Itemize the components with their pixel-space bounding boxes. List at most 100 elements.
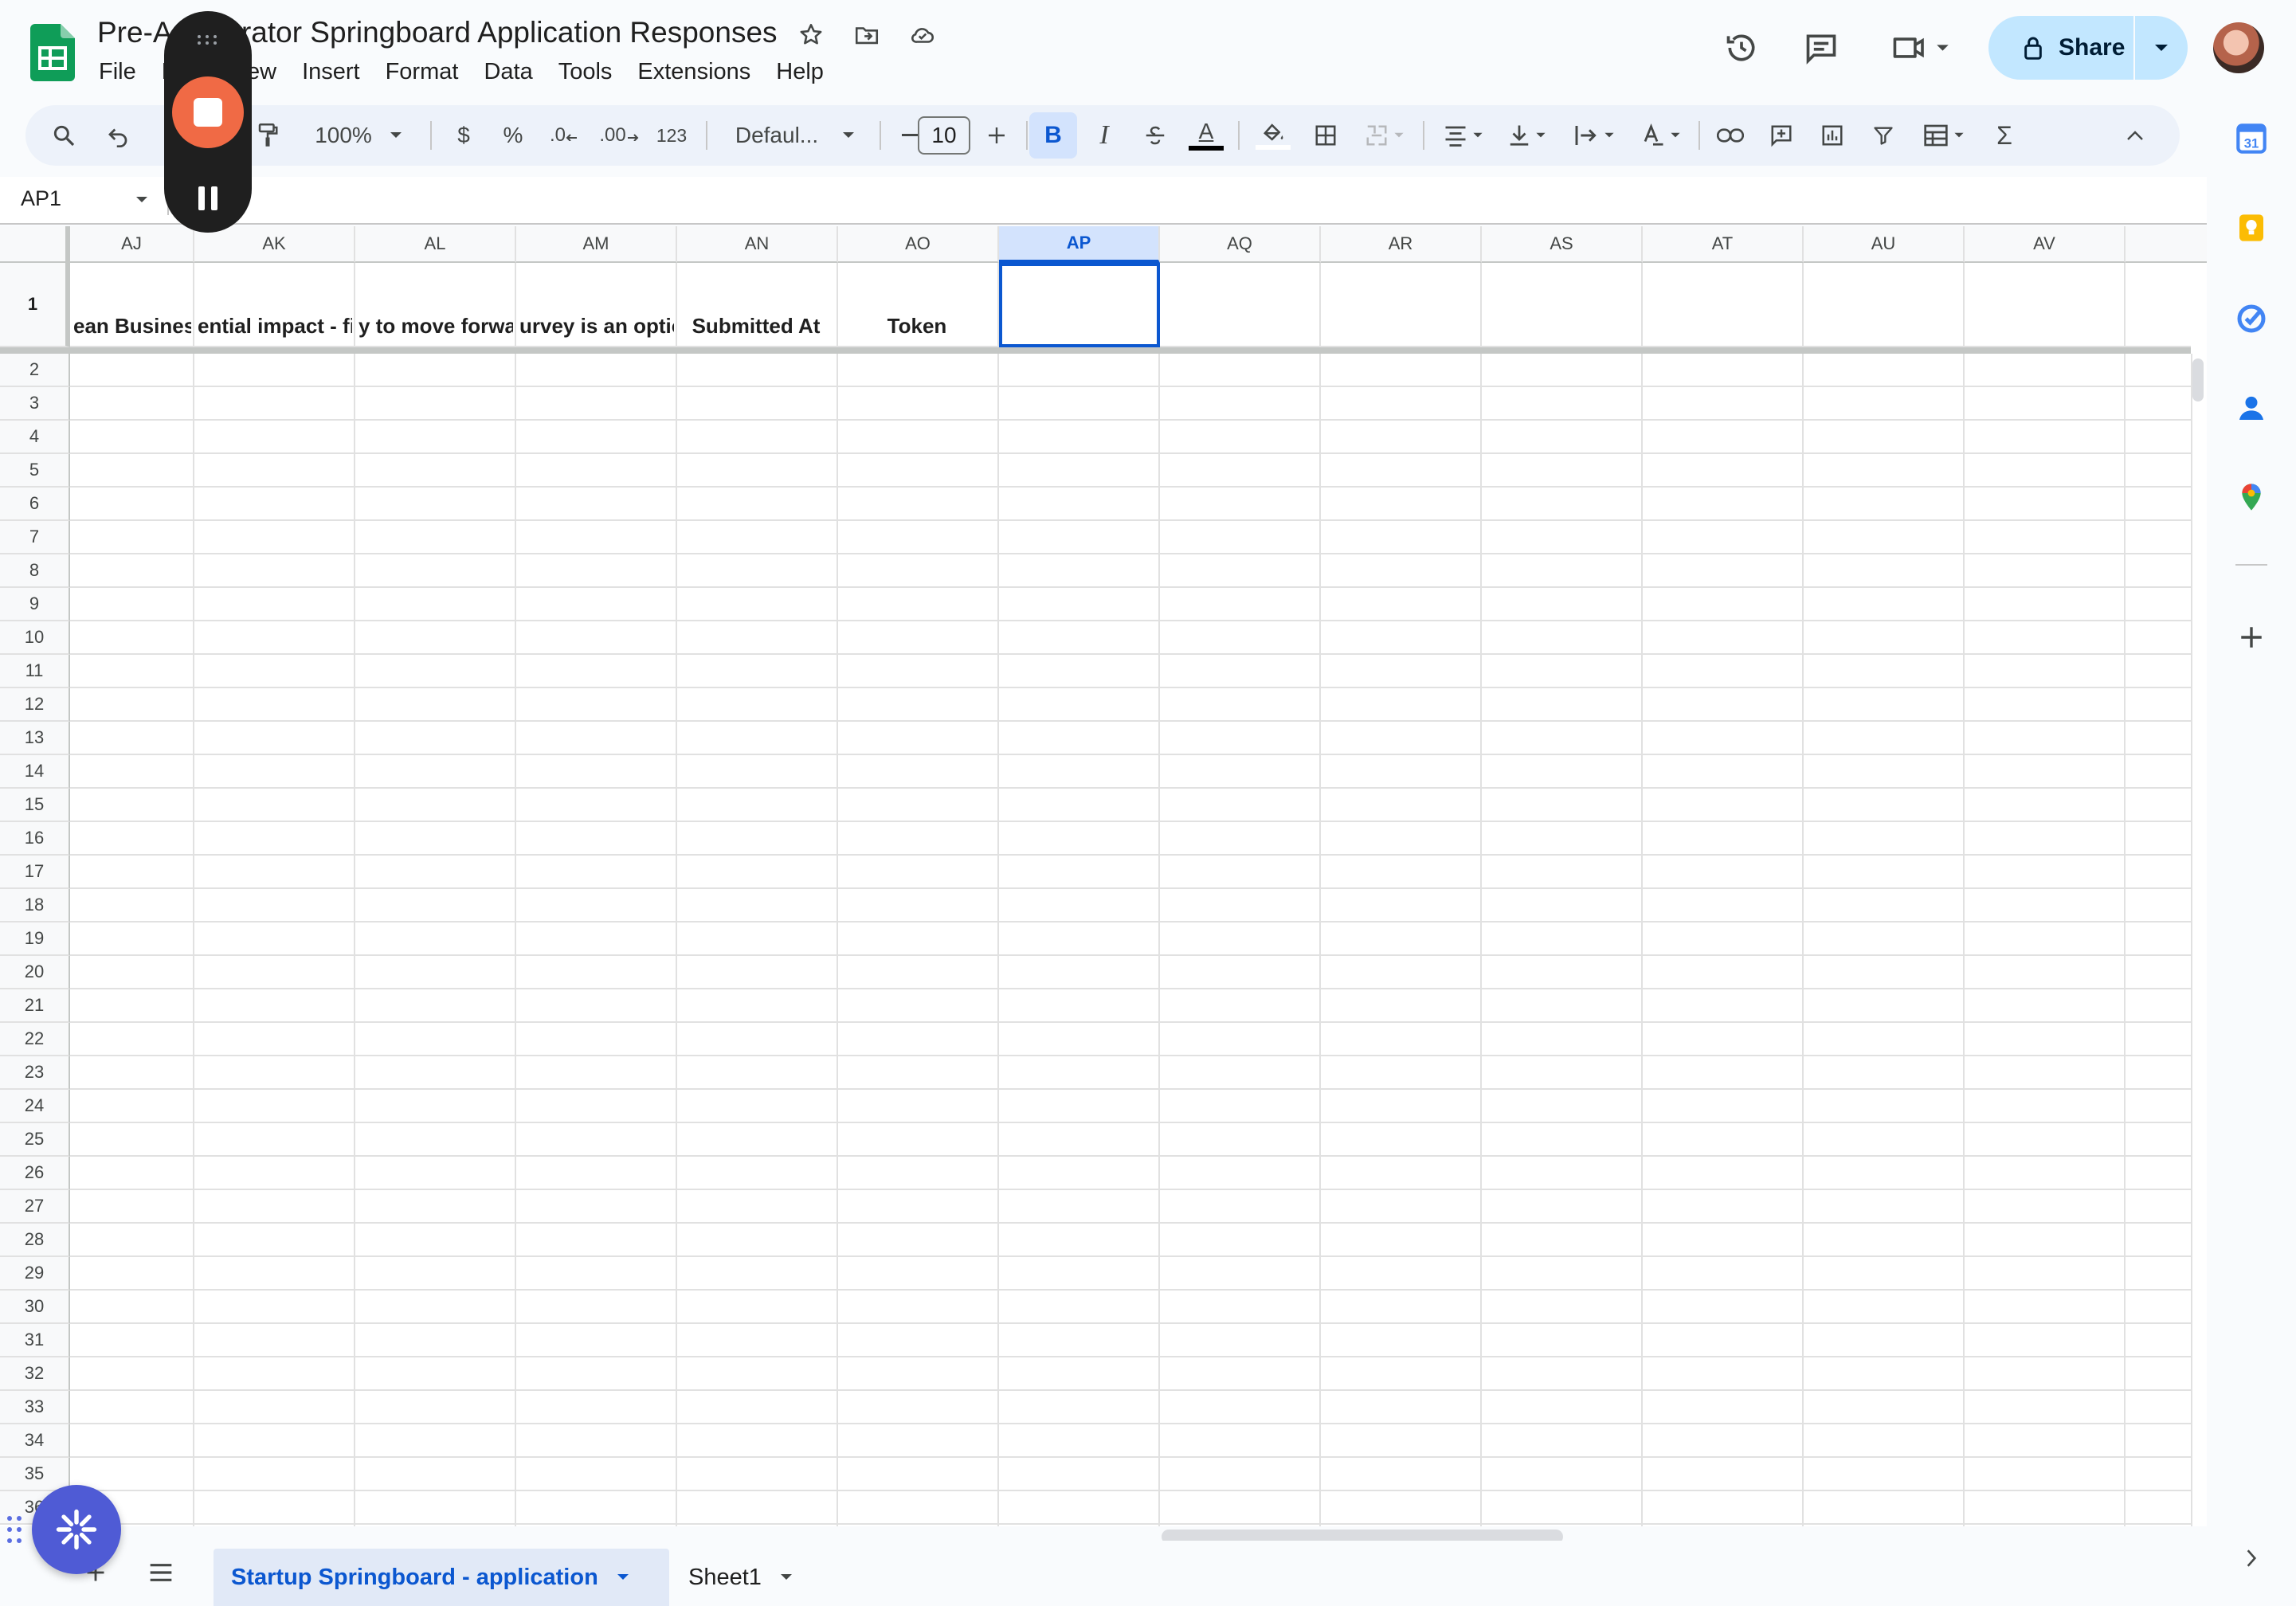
drag-handle-icon[interactable]: [5, 1514, 24, 1545]
row-header-13[interactable]: 13: [0, 722, 70, 755]
name-box[interactable]: AP1: [21, 186, 61, 211]
row-header-1[interactable]: 1: [0, 263, 70, 347]
column-header-al[interactable]: AL: [355, 226, 516, 263]
row-header-23[interactable]: 23: [0, 1056, 70, 1090]
cloud-saved-icon[interactable]: [905, 18, 940, 53]
horizontal-align-icon[interactable]: [1436, 105, 1491, 166]
hide-menus-icon[interactable]: [2113, 105, 2157, 166]
cell-al1[interactable]: y to move forwa: [355, 314, 513, 339]
row-header-14[interactable]: 14: [0, 755, 70, 789]
drag-handle-icon[interactable]: [194, 32, 220, 48]
column-header-aj[interactable]: AJ: [70, 226, 194, 263]
assistant-button[interactable]: [32, 1485, 121, 1574]
calendar-icon[interactable]: 31: [2231, 118, 2272, 159]
increase-font-size-button[interactable]: [977, 105, 1017, 166]
version-history-icon[interactable]: [1719, 25, 1764, 70]
column-header-at[interactable]: AT: [1643, 226, 1804, 263]
row-header-3[interactable]: 3: [0, 387, 70, 421]
row-header-4[interactable]: 4: [0, 421, 70, 454]
row-header-17[interactable]: 17: [0, 856, 70, 889]
column-header-am[interactable]: AM: [516, 226, 677, 263]
show-side-panel-icon[interactable]: [2231, 1537, 2272, 1579]
cell-ao1[interactable]: Token: [838, 314, 996, 339]
account-avatar[interactable]: [2213, 22, 2264, 73]
row-header-18[interactable]: 18: [0, 889, 70, 922]
row-header-32[interactable]: 32: [0, 1357, 70, 1391]
row-header-27[interactable]: 27: [0, 1190, 70, 1224]
column-header-ar[interactable]: AR: [1321, 226, 1482, 263]
contacts-icon[interactable]: [2231, 387, 2272, 429]
row-header-9[interactable]: 9: [0, 588, 70, 621]
spreadsheet-grid[interactable]: AJ AK AL AM AN AO AP AQ AR AS AT AU AV 1 2 3 4 5 6 7 8 9 10 11 1…: [0, 226, 2207, 1526]
vertical-align-icon[interactable]: [1499, 105, 1555, 166]
menu-extensions[interactable]: Extensions: [625, 56, 763, 88]
pause-icon[interactable]: [194, 186, 221, 210]
font-select[interactable]: Defaul...: [715, 105, 875, 166]
search-menus-icon[interactable]: [41, 105, 86, 166]
filter-icon[interactable]: [1861, 105, 1906, 166]
strikethrough-icon[interactable]: [1133, 105, 1177, 166]
row-header-7[interactable]: 7: [0, 521, 70, 554]
add-addon-icon[interactable]: [2231, 617, 2272, 658]
chevron-down-icon[interactable]: [779, 1573, 793, 1581]
increase-decimal-button[interactable]: .00: [594, 105, 644, 166]
meet-video-icon[interactable]: [1887, 25, 1958, 70]
cell-aj1[interactable]: ean Busines: [70, 314, 191, 339]
comments-icon[interactable]: [1799, 25, 1843, 70]
merge-cells-icon[interactable]: [1354, 105, 1415, 166]
column-header-av[interactable]: AV: [1965, 226, 2126, 263]
column-header-au[interactable]: AU: [1804, 226, 1965, 263]
sheets-logo-icon[interactable]: [30, 24, 75, 81]
row-header-29[interactable]: 29: [0, 1257, 70, 1291]
cell-ak1[interactable]: ential impact - fi: [194, 314, 352, 339]
row-header-25[interactable]: 25: [0, 1123, 70, 1157]
vertical-scrollbar[interactable]: [2192, 358, 2204, 402]
row-header-10[interactable]: 10: [0, 621, 70, 655]
row-header-20[interactable]: 20: [0, 956, 70, 989]
select-all-corner[interactable]: [0, 226, 70, 263]
row-header-19[interactable]: 19: [0, 922, 70, 956]
row-header-30[interactable]: 30: [0, 1291, 70, 1324]
text-wrapping-icon[interactable]: [1563, 105, 1625, 166]
maps-icon[interactable]: [2231, 476, 2272, 518]
row-header-5[interactable]: 5: [0, 454, 70, 488]
row-header-22[interactable]: 22: [0, 1023, 70, 1056]
stop-recording-button[interactable]: [172, 76, 244, 148]
borders-icon[interactable]: [1303, 105, 1348, 166]
all-sheets-icon[interactable]: [148, 1561, 174, 1588]
keep-icon[interactable]: [2231, 207, 2272, 249]
column-header-as[interactable]: AS: [1482, 226, 1643, 263]
star-icon[interactable]: [793, 18, 829, 53]
insert-chart-icon[interactable]: [1810, 105, 1855, 166]
tasks-icon[interactable]: [2231, 298, 2272, 339]
menu-tools[interactable]: Tools: [546, 56, 625, 88]
menu-help[interactable]: Help: [763, 56, 837, 88]
vertical-scrollbar-track[interactable]: [2191, 354, 2207, 1526]
row-header-16[interactable]: 16: [0, 822, 70, 856]
chevron-down-icon[interactable]: [616, 1573, 630, 1581]
menu-file[interactable]: File: [86, 56, 149, 88]
row-header-2[interactable]: 2: [0, 354, 70, 387]
row-header-33[interactable]: 33: [0, 1391, 70, 1424]
row-header-11[interactable]: 11: [0, 655, 70, 688]
fill-color-icon[interactable]: [1251, 105, 1295, 166]
text-color-button[interactable]: A: [1184, 105, 1228, 166]
sheet-tab-sheet1[interactable]: Sheet1: [688, 1549, 793, 1606]
cell-am1[interactable]: urvey is an optio: [516, 314, 674, 339]
column-header-an[interactable]: AN: [677, 226, 838, 263]
bold-button[interactable]: B: [1029, 112, 1077, 159]
move-folder-icon[interactable]: [849, 18, 884, 53]
row-header-6[interactable]: 6: [0, 488, 70, 521]
menu-data[interactable]: Data: [471, 56, 545, 88]
insert-comment-icon[interactable]: [1759, 105, 1804, 166]
chevron-down-icon[interactable]: [135, 196, 148, 204]
text-rotation-icon[interactable]: [1632, 105, 1691, 166]
column-header-ap[interactable]: AP: [999, 226, 1160, 263]
row-header-35[interactable]: 35: [0, 1458, 70, 1491]
paint-format-icon[interactable]: [245, 105, 290, 166]
functions-button[interactable]: Σ: [1982, 105, 2027, 166]
decrease-decimal-button[interactable]: .0: [542, 105, 586, 166]
italic-button[interactable]: I: [1082, 105, 1126, 166]
column-header-ao[interactable]: AO: [838, 226, 999, 263]
row-header-31[interactable]: 31: [0, 1324, 70, 1357]
